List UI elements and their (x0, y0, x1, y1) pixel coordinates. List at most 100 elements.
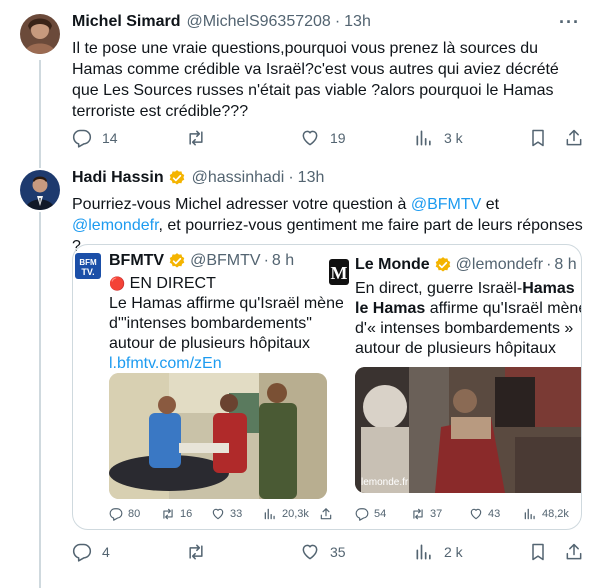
heart-icon (302, 544, 318, 560)
separator-dot: · (334, 13, 341, 30)
bookmark-icon (532, 129, 544, 147)
verified-badge-icon (169, 253, 185, 268)
retweet-count: 16 (180, 508, 193, 520)
retweet-icon (189, 130, 203, 146)
retweet-icon (163, 508, 173, 520)
quote-author-name[interactable]: BFMTV (109, 252, 164, 270)
reply-count: 80 (128, 508, 141, 520)
views-count: 2 k (444, 544, 463, 560)
quote-reply-stat[interactable]: 54 (355, 507, 386, 521)
quote-like-stat[interactable]: 33 (211, 507, 242, 521)
separator-dot: · (546, 256, 552, 273)
tweet-header: Michel Simard @MichelS96357208 · 13h (72, 13, 371, 31)
quote-header: BFMTV @BFMTV · 8 h (109, 252, 294, 270)
svg-text:BFM: BFM (79, 258, 97, 267)
bfmtv-logo[interactable]: BFM TV. (75, 253, 101, 279)
quote-bfmtv[interactable]: BFM TV. BFMTV @BFMTV · 8 h 🔴 EN DIRECT L… (73, 245, 343, 529)
reply-count: 54 (374, 508, 387, 520)
quote-text-part: En direct, guerre Israël- (355, 280, 523, 297)
like-button[interactable]: 19 (300, 128, 346, 148)
share-icon (566, 543, 582, 560)
reply-count: 4 (102, 544, 110, 560)
retweet-icon (413, 508, 423, 520)
mention-lemondefr[interactable]: @lemondefr (72, 217, 159, 234)
quote-line: d'« intenses bombardements » (355, 320, 574, 337)
quoted-tweets-card[interactable]: BFM TV. BFMTV @BFMTV · 8 h 🔴 EN DIRECT L… (72, 244, 582, 530)
share-button[interactable] (564, 128, 584, 148)
quote-author-name[interactable]: Le Monde (355, 256, 430, 274)
quote-link[interactable]: l.bfmtv.com/zEn (109, 354, 222, 374)
like-button[interactable]: 35 (300, 542, 346, 562)
bookmark-button[interactable] (528, 128, 548, 148)
quote-header: Le Monde @lemondefr · 8 h (355, 256, 577, 274)
like-count: 33 (230, 508, 243, 520)
timestamp[interactable]: 13h (298, 169, 325, 187)
views-count: 20,3k (282, 508, 309, 520)
author-handle[interactable]: @MichelS96357208 (186, 13, 330, 31)
retweet-icon (189, 544, 203, 560)
separator-dot: · (288, 169, 294, 186)
quote-reply-stat[interactable]: 80 (109, 507, 140, 521)
quote-like-stat[interactable]: 43 (469, 507, 500, 521)
author-name[interactable]: Michel Simard (72, 13, 180, 31)
reply-button[interactable]: 4 (72, 542, 110, 562)
verified-badge-icon (169, 170, 184, 185)
views-button[interactable]: 3 k (414, 128, 463, 148)
views-icon (264, 508, 275, 520)
bookmark-button[interactable] (528, 542, 548, 562)
views-count: 48,2k (542, 508, 569, 520)
heart-icon (470, 508, 482, 520)
like-count: 19 (330, 130, 346, 146)
lemonde-logo[interactable]: M (329, 259, 349, 285)
svg-text:TV.: TV. (81, 267, 94, 277)
svg-text:M: M (331, 263, 348, 283)
quote-line: le Hamas affirme qu'Israël mène (355, 299, 582, 319)
author-name[interactable]: Hadi Hassin (72, 169, 164, 187)
reply-button[interactable]: 14 (72, 128, 118, 148)
quote-views-stat[interactable]: 20,3k (263, 507, 309, 521)
quote-retweet-stat[interactable]: 37 (411, 507, 442, 521)
author-handle[interactable]: @hassinhadi (192, 169, 285, 187)
share-icon (566, 129, 582, 146)
tweet-actions: 4 35 2 k (72, 542, 584, 566)
tweet-michel-simard[interactable]: Michel Simard @MichelS96357208 · 13h ···… (0, 0, 600, 168)
reply-icon (355, 508, 369, 521)
quote-author-handle[interactable]: @BFMTV (190, 252, 260, 270)
timestamp[interactable]: 13h (344, 13, 371, 31)
quote-timestamp[interactable]: 8 h (554, 256, 576, 274)
quote-lemonde[interactable]: M Le Monde @lemondefr · 8 h En direct, g… (327, 245, 582, 529)
retweet-button[interactable] (186, 542, 216, 562)
quote-line: 🔴 EN DIRECT (109, 274, 216, 294)
quote-photo[interactable]: lemonde.fr (355, 367, 581, 493)
quote-line: autour de plusieurs hôpitaux (109, 335, 311, 352)
avatar[interactable] (20, 14, 60, 54)
retweet-button[interactable] (186, 128, 216, 148)
views-icon (524, 508, 535, 520)
mention-bfmtv[interactable]: @BFMTV (411, 196, 481, 213)
views-button[interactable]: 2 k (414, 542, 463, 562)
more-options-icon[interactable]: ··· (559, 12, 580, 33)
quote-author-handle[interactable]: @lemondefr (456, 256, 543, 274)
quote-retweet-stat[interactable]: 16 (161, 507, 192, 521)
separator-dot: · (263, 252, 269, 269)
like-count: 35 (330, 544, 346, 560)
quote-text-bold: Hamas (522, 280, 575, 297)
share-button[interactable] (564, 542, 584, 562)
reply-icon (72, 129, 92, 148)
tweet-header: Hadi Hassin @hassinhadi · 13h (72, 169, 324, 187)
quote-timestamp[interactable]: 8 h (272, 252, 294, 270)
live-dot-icon: 🔴 (109, 276, 126, 291)
quote-photo[interactable] (109, 373, 327, 499)
retweet-count: 37 (430, 508, 443, 520)
quote-views-stat[interactable]: 48,2k (523, 507, 569, 521)
quote-text-part: affirme qu'Israël mène (425, 300, 582, 317)
views-icon (416, 544, 431, 560)
text-part: Pourriez-vous Michel adresser votre ques… (72, 196, 411, 213)
avatar[interactable] (20, 170, 60, 210)
heart-icon (212, 508, 224, 520)
views-count: 3 k (444, 130, 463, 146)
reply-icon (109, 508, 123, 521)
quote-line: En direct, guerre Israël-Hamas (355, 279, 575, 299)
heart-icon (302, 130, 318, 146)
photo-watermark: lemonde.fr (361, 477, 409, 488)
